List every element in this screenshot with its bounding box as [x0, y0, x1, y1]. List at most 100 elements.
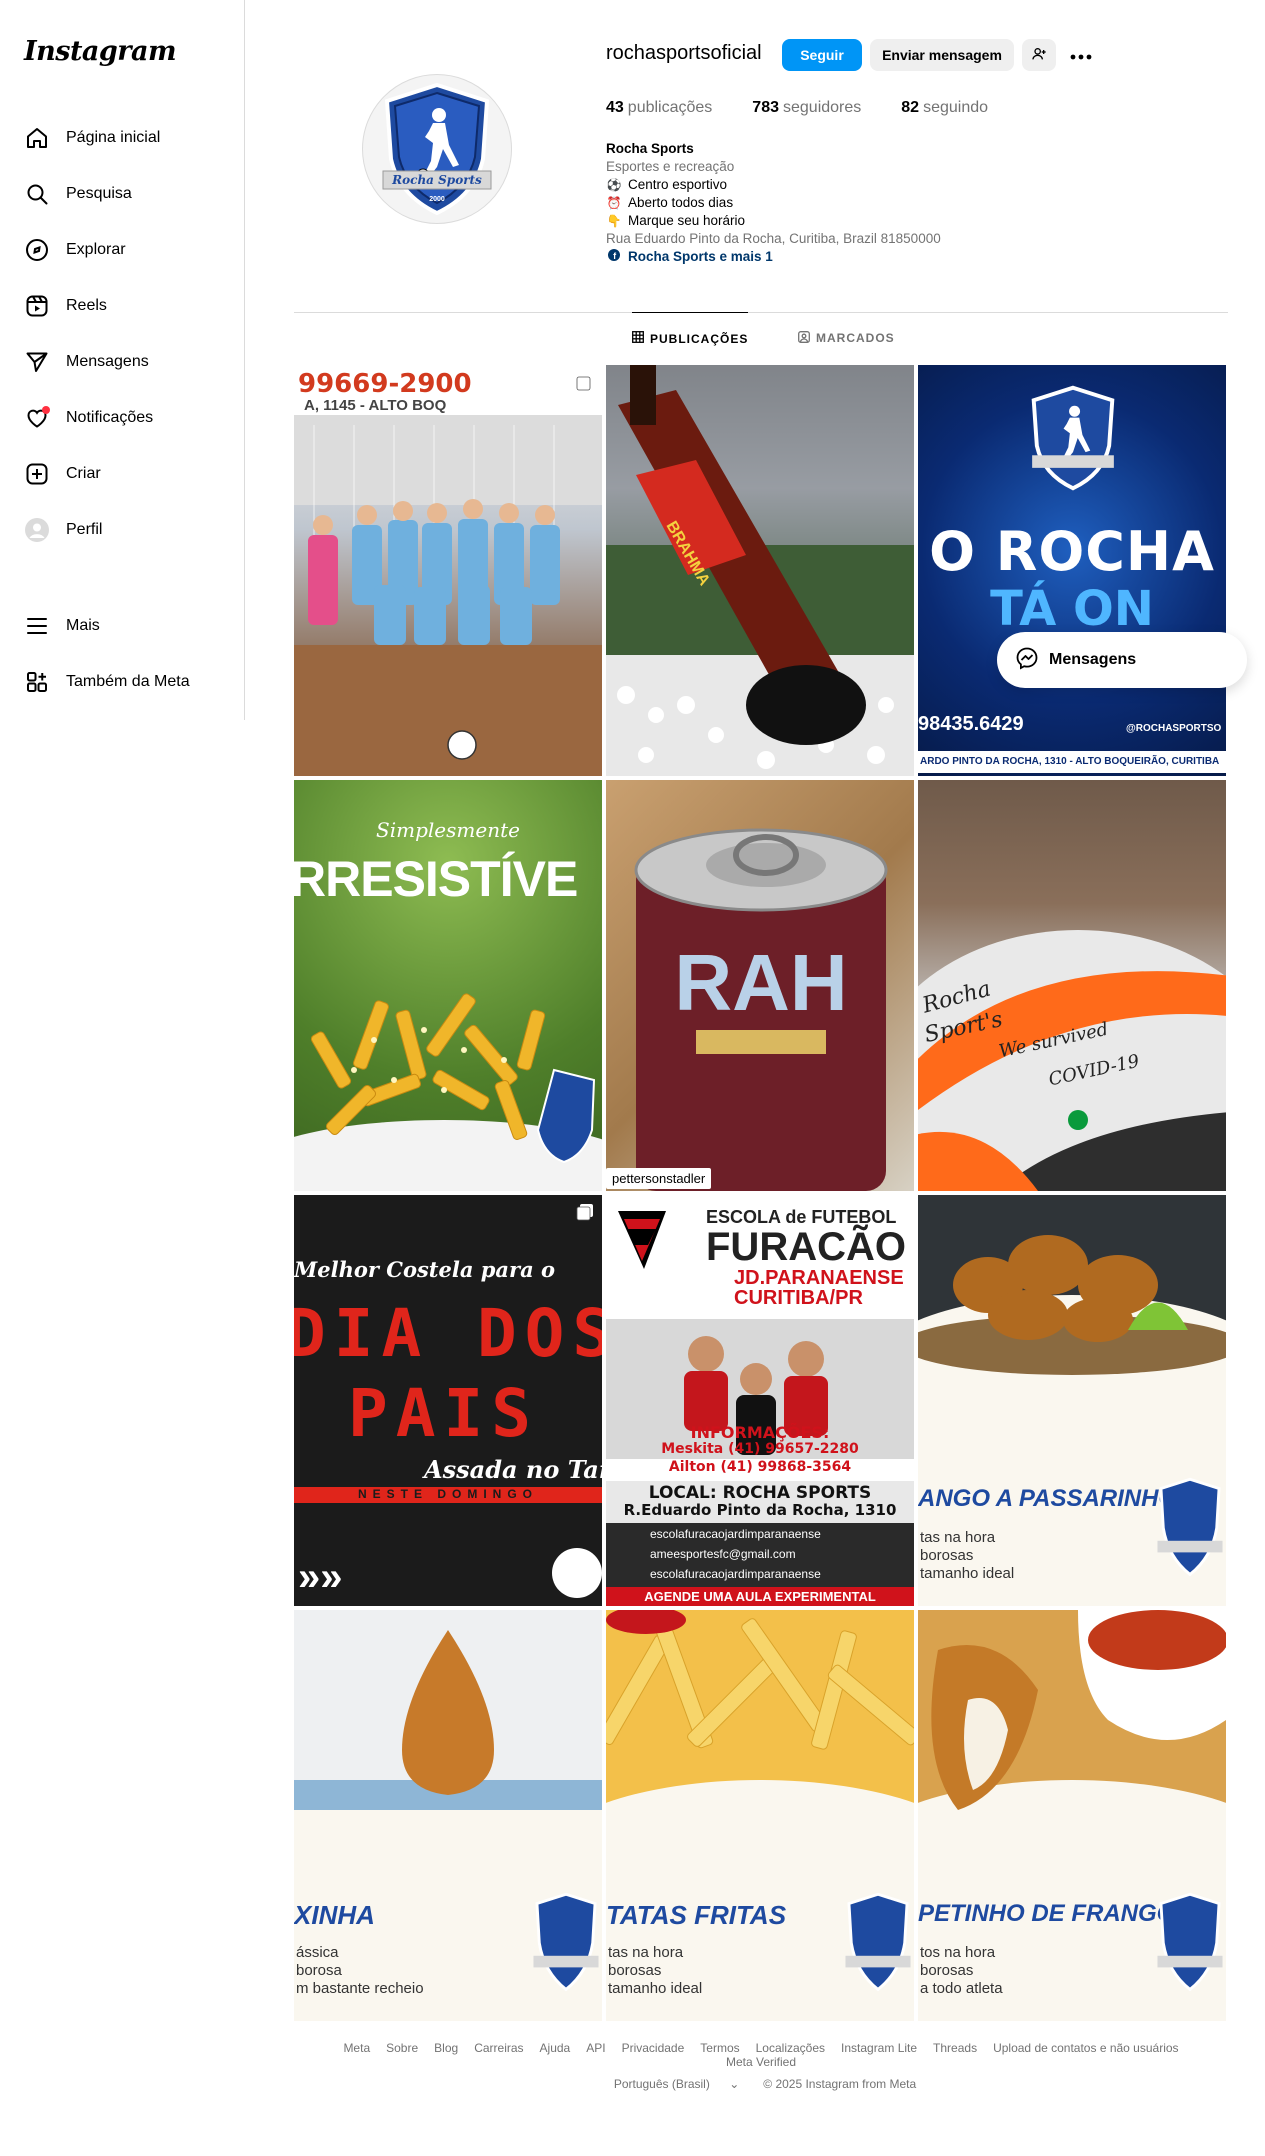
sidebar-item-profile[interactable]: Perfil [12, 502, 234, 558]
menu-icon [24, 613, 50, 639]
sidebar-item-label: Criar [66, 465, 101, 482]
post-title: CURITIBA/PR [734, 1287, 863, 1309]
facebook-icon: f [606, 248, 622, 266]
sidebar-item-label: Reels [66, 297, 107, 314]
rocha-sports-logo: Rocha Sports 2000 [382, 82, 492, 216]
profile-link[interactable]: f Rocha Sports e mais 1 [606, 248, 1026, 266]
sidebar-item-more[interactable]: Mais [12, 598, 234, 654]
post-social: @ROCHASPORTSO [1126, 723, 1222, 734]
sidebar-item-reels[interactable]: Reels [12, 278, 234, 334]
posts-grid: 99669-2900 A, 1145 - ALTO BOQ BRAHMA O R… [294, 365, 1226, 2021]
post-thumbnail[interactable]: TATAS FRITAS tas na hora borosas tamanho… [606, 1610, 914, 2021]
followers-stat[interactable]: 783 seguidores [752, 99, 861, 117]
footer-link[interactable]: Blog [434, 2041, 458, 2055]
sidebar-item-meta[interactable]: Também da Meta [12, 654, 234, 710]
instagram-logo[interactable]: Instagram [24, 36, 177, 67]
footer-link[interactable]: Ajuda [540, 2041, 571, 2055]
suggested-accounts-button[interactable] [1022, 39, 1056, 71]
rocha-logo-small [1031, 385, 1115, 491]
footer-link[interactable]: Upload de contatos e não usuários [993, 2041, 1178, 2055]
post-headline: RRESISTÍVE [294, 851, 578, 907]
options-button[interactable] [1064, 39, 1098, 71]
chicken-strips-photo [918, 1610, 1226, 1940]
more-horizontal-icon [1069, 44, 1093, 67]
messenger-icon [24, 349, 50, 375]
location-title: LOCAL: ROCHA SPORTS [648, 1483, 872, 1503]
rocha-logo-small [1157, 1477, 1223, 1577]
post-thumbnail[interactable]: O ROCHA TÁ ON 98435.6429 @ROCHASPORTSO A… [918, 365, 1226, 776]
post-thumbnail[interactable]: 99669-2900 A, 1145 - ALTO BOQ [294, 365, 602, 776]
sidebar-item-search[interactable]: Pesquisa [12, 166, 234, 222]
tab-tagged[interactable]: MARCADOS [798, 312, 895, 364]
footer-link[interactable]: Meta [343, 2041, 370, 2055]
reels-icon [24, 293, 50, 319]
post-text: tamanho ideal [608, 1980, 703, 1997]
following-stat[interactable]: 82 seguindo [901, 99, 988, 117]
sidebar-item-explore[interactable]: Explorar [12, 222, 234, 278]
post-thumbnail[interactable]: RAH pettersonstadler [606, 780, 914, 1191]
send-message-button[interactable]: Enviar mensagem [870, 39, 1014, 71]
profile-link-text: Rocha Sports e mais 1 [628, 249, 773, 264]
post-text: borosa [296, 1962, 342, 1979]
soccer-ball-icon: ⚽ [606, 178, 622, 192]
post-thumbnail[interactable]: PETINHO DE FRANGO tos na hora borosas a … [918, 1610, 1226, 2021]
user-tag[interactable]: pettersonstadler [606, 1168, 712, 1189]
posts-count: 43 [606, 99, 624, 116]
social-line: escolafuracaojardimparanaense [650, 1567, 821, 1581]
profile-avatar[interactable]: Rocha Sports 2000 [362, 74, 512, 224]
language-selector[interactable]: Português (Brasil) ⌄ [606, 2077, 747, 2091]
grid-icon [632, 331, 644, 346]
post-footer: ARDO PINTO DA ROCHA, 1310 - ALTO BOQUEIR… [918, 751, 1226, 773]
post-text: borosas [920, 1547, 974, 1564]
profile-address[interactable]: Rua Eduardo Pinto da Rocha, Curitiba, Br… [606, 230, 1026, 248]
sidebar-item-messages[interactable]: Mensagens [12, 334, 234, 390]
followers-label: seguidores [783, 99, 862, 116]
posts-label: publicações [627, 99, 713, 116]
floating-messages-button[interactable]: Mensagens [997, 632, 1247, 688]
footer-link[interactable]: Meta Verified [726, 2055, 796, 2069]
svg-text:RAH: RAH [674, 938, 847, 1027]
compass-icon [24, 237, 50, 263]
sidebar-item-notifications[interactable]: Notificações [12, 390, 234, 446]
footer-link[interactable]: Instagram Lite [841, 2041, 917, 2055]
footer-link[interactable]: Privacidade [622, 2041, 685, 2055]
sidebar-item-label: Página inicial [66, 129, 161, 146]
post-thumbnail[interactable]: Rocha Sport's We survived COVID-19 [918, 780, 1226, 1191]
profile-avatar-icon [24, 517, 50, 543]
footer-bottom: Português (Brasil) ⌄ © 2025 Instagram fr… [294, 2077, 1228, 2091]
post-headline: PAIS [348, 1375, 539, 1452]
post-headline: TATAS FRITAS [606, 1900, 787, 1930]
post-text: Assada no Tam [424, 1455, 602, 1484]
post-thumbnail[interactable]: Simplesmente RRESISTÍVE [294, 780, 602, 1191]
footer-link[interactable]: Threads [933, 2041, 977, 2055]
fries-photo [606, 1610, 914, 1940]
post-thumbnail[interactable]: ESCOLA de FUTEBOL FURACÃO JD.PARANAENSE … [606, 1195, 914, 1606]
post-thumbnail[interactable]: Melhor Costela para o DIA DOS PAIS Assad… [294, 1195, 602, 1606]
footer-links: Meta Sobre Blog Carreiras Ajuda API Priv… [294, 2041, 1228, 2069]
beer-can-photo: RAH [634, 828, 888, 1191]
footer-link[interactable]: Carreiras [474, 2041, 523, 2055]
profile-stats: 43 publicações 783 seguidores 82 seguindo [606, 99, 1028, 117]
search-icon [24, 181, 50, 207]
bio-text: Aberto todos dias [628, 195, 734, 210]
post-thumbnail[interactable]: ANGO A PASSARINHO tas na hora borosas ta… [918, 1195, 1226, 1606]
post-text: Melhor Costela para o [294, 1257, 556, 1282]
follow-button[interactable]: Seguir [782, 39, 862, 71]
sidebar-item-home[interactable]: Página inicial [12, 110, 234, 166]
footer-link[interactable]: API [586, 2041, 605, 2055]
post-headline: DIA DOS [294, 1295, 602, 1372]
notification-dot [42, 406, 50, 414]
add-person-icon [1031, 46, 1047, 65]
post-thumbnail[interactable]: BRAHMA [606, 365, 914, 776]
cta-banner: AGENDE UMA AULA EXPERIMENTAL [606, 1587, 914, 1606]
footer-link[interactable]: Localizações [756, 2041, 825, 2055]
sidebar-item-create[interactable]: Criar [12, 446, 234, 502]
footer-link[interactable]: Termos [700, 2041, 739, 2055]
post-script-text: Simplesmente [376, 818, 520, 842]
tab-posts[interactable]: PUBLICAÇÕES [632, 312, 749, 364]
messenger-bubble-icon [1015, 646, 1039, 675]
footer-link[interactable]: Sobre [386, 2041, 418, 2055]
floating-messages-label: Mensagens [1049, 651, 1137, 668]
post-thumbnail[interactable]: XINHA ássica borosa m bastante recheio [294, 1610, 602, 2021]
team-photo [294, 415, 602, 776]
